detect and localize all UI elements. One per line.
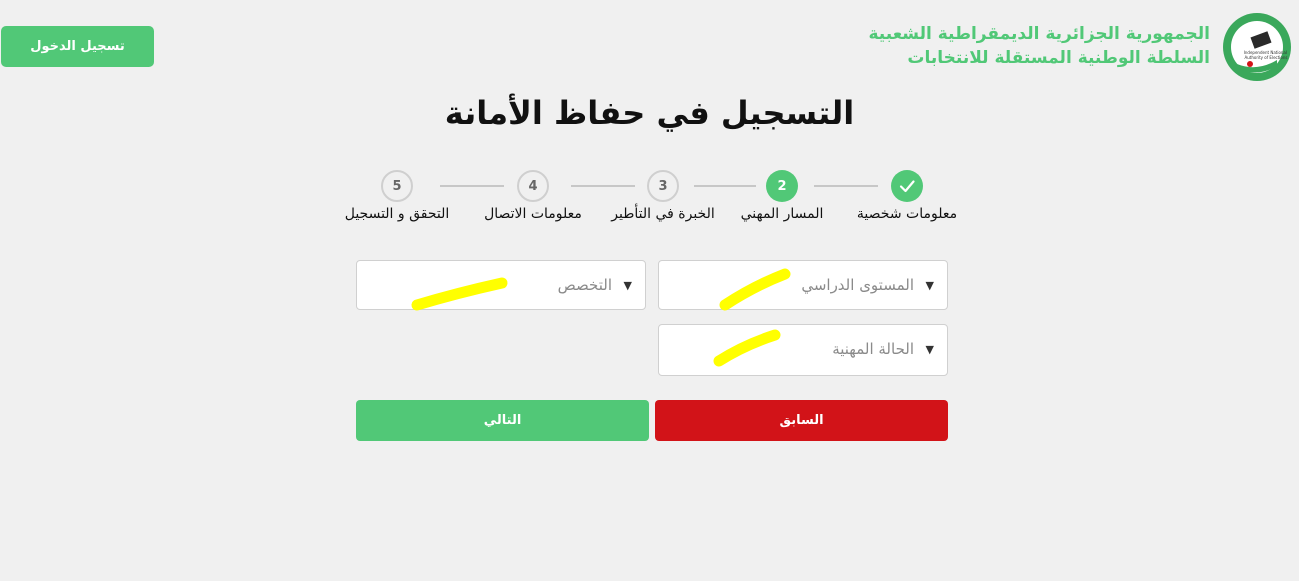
page-title: التسجيل في حفاظ الأمانة [444,94,855,132]
step-4-circle: 4 [517,170,549,202]
employment-status-select[interactable]: ▼ الحالة المهنية [658,324,948,376]
step-1-label: معلومات شخصية [856,206,958,222]
step-connector [814,185,878,187]
organization-name: الجمهورية الجزائرية الديمقراطية الشعبية … [869,22,1211,70]
step-3-circle: 3 [647,170,679,202]
step-5-label: التحقق و التسجيل [344,206,450,222]
education-level-select[interactable]: ▼ المستوى الدراسي [658,260,948,311]
ana-ie-logo-icon: Independent National Authority of Electi… [1223,13,1291,81]
login-button[interactable]: تسجيل الدخول [1,26,154,67]
step-2-label: المسار المهني [740,206,824,222]
step-connector [694,185,756,187]
step-connector [440,185,504,187]
highlight-scribble [713,329,781,367]
registration-stepper: معلومات شخصية 2 المسار المهني 3 الخبرة ف… [330,166,970,236]
specialty-select[interactable]: ▼ التخصص [356,260,646,311]
org-line-authority: السلطة الوطنية المستقلة للانتخابات [907,48,1210,68]
step-connector [571,185,635,187]
logo-text: Independent National Authority of Electi… [1244,50,1289,60]
previous-button[interactable]: السابق [655,400,948,441]
step-5-circle: 5 [381,170,413,202]
step-1-circle [891,170,923,202]
next-button[interactable]: التالي [356,400,649,441]
highlight-scribble [719,268,791,311]
step-2-circle: 2 [766,170,798,202]
checkmark-icon [899,180,915,193]
step-4-label: معلومات الاتصال [484,206,582,222]
step-3-label: الخبرة في التأطير [611,206,715,222]
org-line-republic: الجمهورية الجزائرية الديمقراطية الشعبية [868,24,1211,44]
highlight-scribble [411,277,508,311]
